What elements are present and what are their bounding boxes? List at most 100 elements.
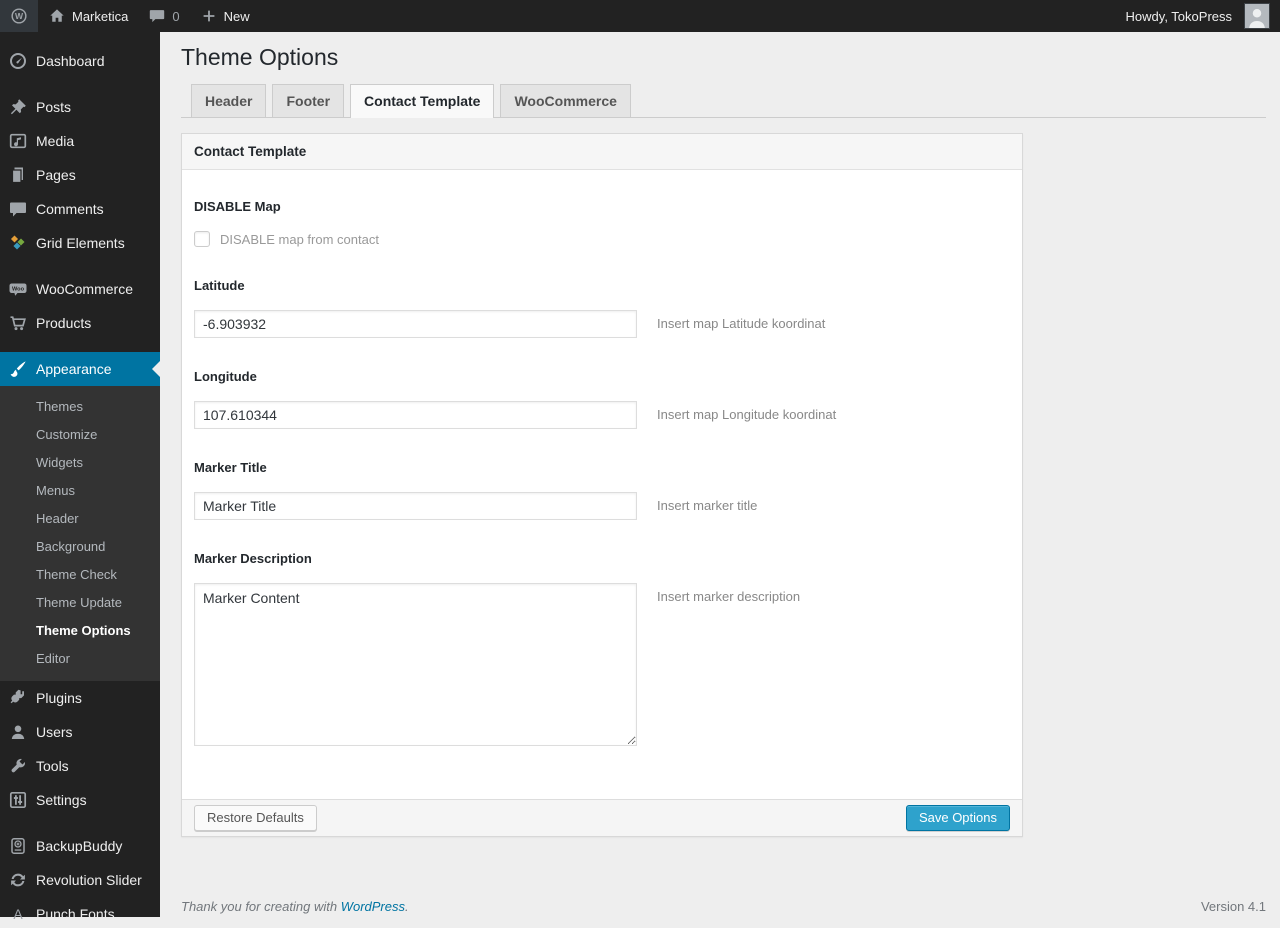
field-latitude: Latitude Insert map Latitude koordinat: [194, 278, 1010, 338]
sidebar-item-woocommerce[interactable]: Woo WooCommerce: [0, 272, 160, 306]
new-label: New: [224, 9, 250, 24]
sidebar-item-label: Posts: [36, 99, 71, 115]
page-title: Theme Options: [181, 32, 1266, 84]
tab-woocommerce[interactable]: WooCommerce: [500, 84, 630, 117]
sliders-icon: [8, 790, 28, 810]
pushpin-icon: [8, 97, 28, 117]
svg-text:W: W: [15, 11, 24, 21]
sidebar-item-label: Plugins: [36, 690, 82, 706]
sidebar-item-settings[interactable]: Settings: [0, 783, 160, 817]
sidebar-item-label: Appearance: [36, 361, 112, 377]
page-footer: Thank you for creating with WordPress. V…: [181, 899, 1266, 928]
dashboard-icon: [8, 51, 28, 71]
latitude-input[interactable]: [194, 310, 637, 338]
marker-description-textarea[interactable]: Marker Content: [194, 583, 637, 746]
sidebar-item-tools[interactable]: Tools: [0, 749, 160, 783]
sidebar-item-users[interactable]: Users: [0, 715, 160, 749]
submenu-item-theme-options[interactable]: Theme Options: [0, 617, 160, 645]
sidebar-item-label: Settings: [36, 792, 87, 808]
marker-title-label: Marker Title: [194, 460, 1010, 475]
account-menu[interactable]: Howdy, TokoPress: [1116, 0, 1280, 32]
tab-contact-template[interactable]: Contact Template: [350, 84, 494, 118]
thankyou-text: Thank you for creating with: [181, 899, 337, 914]
longitude-input[interactable]: [194, 401, 637, 429]
wordpress-logo-icon: W: [10, 7, 28, 25]
tab-header[interactable]: Header: [191, 84, 266, 117]
marker-description-label: Marker Description: [194, 551, 1010, 566]
admin-bar: W Marketica 0 New Howdy, TokoPress: [0, 0, 1280, 32]
menu-separator: [0, 78, 160, 90]
disable-map-checkbox-row[interactable]: DISABLE map from contact: [194, 231, 1010, 247]
plus-icon: [200, 7, 218, 25]
svg-text:Woo: Woo: [12, 287, 25, 293]
panel-title: Contact Template: [182, 134, 1022, 170]
sidebar-item-label: Products: [36, 315, 91, 331]
sidebar-item-label: Pages: [36, 167, 76, 183]
restore-defaults-button[interactable]: Restore Defaults: [194, 805, 317, 831]
main-content: Theme Options Header Footer Contact Temp…: [160, 0, 1280, 928]
comments-menu[interactable]: 0: [138, 0, 189, 32]
wrench-icon: [8, 756, 28, 776]
submenu-item-themes[interactable]: Themes: [0, 393, 160, 421]
longitude-label: Longitude: [194, 369, 1010, 384]
sidebar-item-dashboard[interactable]: Dashboard: [0, 44, 160, 78]
submenu-item-theme-update[interactable]: Theme Update: [0, 589, 160, 617]
admin-sidebar: Dashboard Posts Media Pages Comments Gri…: [0, 32, 160, 917]
home-icon: [48, 7, 66, 25]
submenu-item-theme-check[interactable]: Theme Check: [0, 561, 160, 589]
sidebar-item-label: Users: [36, 724, 73, 740]
disable-map-checkbox[interactable]: [194, 231, 210, 247]
sidebar-item-pages[interactable]: Pages: [0, 158, 160, 192]
disable-map-label: DISABLE Map: [194, 199, 1010, 214]
submenu-item-menus[interactable]: Menus: [0, 477, 160, 505]
submenu-item-background[interactable]: Background: [0, 533, 160, 561]
wordpress-link[interactable]: WordPress: [341, 899, 405, 914]
appearance-submenu: Themes Customize Widgets Menus Header Ba…: [0, 386, 160, 681]
tab-footer[interactable]: Footer: [272, 84, 344, 117]
sidebar-item-backupbuddy[interactable]: BackupBuddy: [0, 829, 160, 863]
sidebar-item-appearance[interactable]: Appearance: [0, 352, 160, 386]
sidebar-item-label: Grid Elements: [36, 235, 125, 251]
comment-icon: [148, 7, 166, 25]
new-menu[interactable]: New: [190, 0, 260, 32]
sidebar-item-grid-elements[interactable]: Grid Elements: [0, 226, 160, 260]
disable-map-checkbox-label: DISABLE map from contact: [220, 232, 379, 247]
plugin-icon: [8, 688, 28, 708]
menu-separator: [0, 340, 160, 352]
sidebar-item-revolution-slider[interactable]: Revolution Slider: [0, 863, 160, 897]
site-name-menu[interactable]: Marketica: [38, 0, 138, 32]
sidebar-item-label: Dashboard: [36, 53, 105, 69]
avatar: [1244, 3, 1270, 29]
sidebar-item-plugins[interactable]: Plugins: [0, 681, 160, 715]
media-icon: [8, 131, 28, 151]
latitude-hint: Insert map Latitude koordinat: [657, 316, 825, 331]
contact-template-panel: Contact Template DISABLE Map DISABLE map…: [181, 133, 1023, 837]
site-name-label: Marketica: [72, 9, 128, 24]
version-label: Version 4.1: [1201, 899, 1266, 914]
panel-body: DISABLE Map DISABLE map from contact Lat…: [182, 170, 1022, 799]
submenu-item-editor[interactable]: Editor: [0, 645, 160, 673]
marker-title-input[interactable]: [194, 492, 637, 520]
menu-separator: [0, 817, 160, 829]
field-longitude: Longitude Insert map Longitude koordinat: [194, 369, 1010, 429]
theme-options-tabs: Header Footer Contact Template WooCommer…: [181, 84, 1266, 118]
cart-icon: [8, 313, 28, 333]
sidebar-item-media[interactable]: Media: [0, 124, 160, 158]
save-options-button[interactable]: Save Options: [906, 805, 1010, 831]
submenu-item-header[interactable]: Header: [0, 505, 160, 533]
field-marker-description: Marker Description Marker Content Insert…: [194, 551, 1010, 746]
sidebar-item-label: Tools: [36, 758, 69, 774]
sidebar-item-posts[interactable]: Posts: [0, 90, 160, 124]
sidebar-item-label: Media: [36, 133, 74, 149]
submenu-item-widgets[interactable]: Widgets: [0, 449, 160, 477]
marker-description-hint: Insert marker description: [657, 589, 800, 604]
submenu-item-customize[interactable]: Customize: [0, 421, 160, 449]
sidebar-item-comments[interactable]: Comments: [0, 192, 160, 226]
rotate-icon: [8, 870, 28, 890]
latitude-label: Latitude: [194, 278, 1010, 293]
sidebar-item-products[interactable]: Products: [0, 306, 160, 340]
wp-logo-menu[interactable]: W: [0, 0, 38, 32]
comments-count: 0: [172, 9, 179, 24]
sidebar-item-label: WooCommerce: [36, 281, 133, 297]
paintbrush-icon: [8, 359, 28, 379]
